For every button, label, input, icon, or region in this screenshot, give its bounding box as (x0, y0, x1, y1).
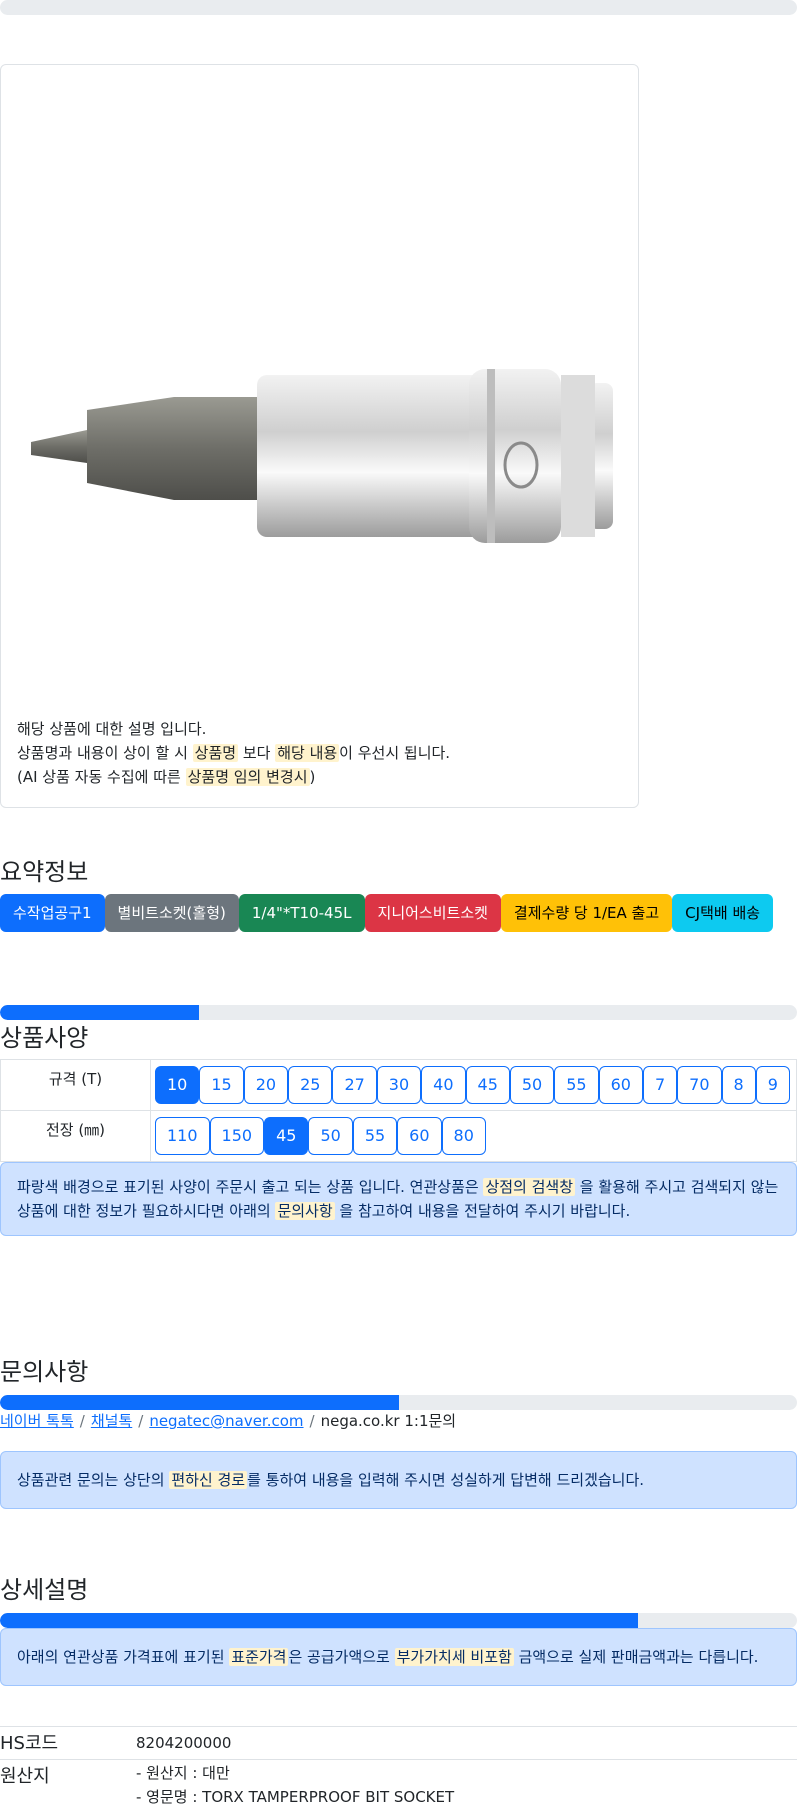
spec-option-button[interactable]: 45 (465, 1066, 510, 1104)
note-line-2-text: 상품명과 내용이 상이 할 시 (17, 744, 193, 762)
spec-option-button[interactable]: 150 (209, 1117, 265, 1155)
highlight-convenient-route: 편하신 경로 (169, 1471, 248, 1489)
spec-table: 규격 (T) 10 15 20 25 27 30 40 45 50 55 60 7 70 8 9 전장 (㎜… (0, 1059, 797, 1162)
hs-code-value: 8204200000 (136, 1734, 232, 1752)
detail-info-text-b: 은 공급가액으로 (288, 1648, 395, 1666)
highlight-product-name: 상품명 (192, 744, 239, 762)
spec-title: 상품사양 (0, 1024, 89, 1052)
spec-option-button[interactable]: 55 (554, 1066, 599, 1104)
spec-info-text-c: 상품에 대한 정보가 필요하시다면 아래의 (17, 1202, 276, 1220)
badge-category: 수작업공구1 (0, 894, 105, 932)
inquiry-progress-fill (0, 1395, 399, 1410)
note-line-2-text-b: 보다 (238, 744, 276, 762)
hs-code-label: HS코드 (0, 1733, 59, 1754)
inquiry-links: 네이버 톡톡 / 채널톡 / negatec@naver.com / nega.co.kr … (0, 1410, 456, 1431)
detail-title: 상세설명 (0, 1576, 89, 1604)
spec-option-button[interactable]: 60 (598, 1066, 643, 1104)
spec-info-text-d: 을 참고하여 내용을 전달하여 주시기 바랍니다. (334, 1202, 631, 1220)
spec-option-button[interactable]: 25 (288, 1066, 333, 1104)
naver-talktalk-link[interactable]: 네이버 톡톡 (0, 1412, 74, 1430)
highlight-name-change: 상품명 임의 변경시 (185, 768, 310, 786)
spec-option-button[interactable]: 27 (332, 1066, 377, 1104)
spec-row-length: 전장 (㎜) 110 150 45 50 55 60 80 (0, 1110, 797, 1162)
spec-option-button[interactable]: 50 (509, 1066, 555, 1104)
spec-info-alert: 파랑색 배경으로 표기된 사양이 주문시 출고 되는 상품 입니다. 연관상품은… (0, 1162, 797, 1236)
spec-label-size: 규격 (T) (0, 1059, 151, 1111)
highlight-vat-excluded: 부가가치세 비포함 (394, 1648, 514, 1666)
spec-info-text: 파랑색 배경으로 표기된 사양이 주문시 출고 되는 상품 입니다. 연관상품은 (17, 1178, 484, 1196)
inquiry-progress-bar (0, 1395, 797, 1410)
detail-progress-fill (0, 1613, 638, 1628)
spec-options-size: 10 15 20 25 27 30 40 45 50 55 60 7 70 8 9 (155, 1066, 792, 1104)
spec-option-button[interactable]: 80 (441, 1117, 486, 1155)
spec-option-button[interactable]: 9 (755, 1066, 790, 1104)
detail-info-alert: 아래의 연관상품 가격표에 표기된 표준가격 은 공급가액으로 부가가치세 비포함… (0, 1628, 797, 1686)
origin-country: - 원산지 : 대만 (136, 1764, 230, 1782)
inquiry-info-text-b: 를 통하여 내용을 입력해 주시면 성실하게 답변해 드리겠습니다. (247, 1471, 645, 1489)
badge-model: 1/4"*T10-45L (238, 894, 365, 932)
top-progress-bar (0, 0, 797, 15)
spec-options-size-cell: 10 15 20 25 27 30 40 45 50 55 60 7 70 8 9 (150, 1059, 797, 1111)
badge-product-type: 별비트소켓(홀형) (104, 894, 239, 932)
spec-option-button[interactable]: 110 (155, 1117, 210, 1155)
detail-info-text-c: 금액으로 실제 판매금액과는 다릅니다. (513, 1648, 759, 1666)
spec-option-button[interactable]: 15 (199, 1066, 244, 1104)
spec-progress-bar (0, 1005, 797, 1020)
badge-brand: 지니어스비트소켓 (364, 894, 501, 932)
separator: / (79, 1412, 85, 1430)
spec-label-length: 전장 (㎜) (0, 1110, 151, 1162)
detail-info-text: 아래의 연관상품 가격표에 표기된 (17, 1648, 230, 1666)
email-link[interactable]: negatec@naver.com (149, 1412, 303, 1430)
highlight-inquiry: 문의사항 (275, 1202, 335, 1220)
separator: / (309, 1412, 315, 1430)
inquiry-info-text: 상품관련 문의는 상단의 (17, 1471, 170, 1489)
origin-english-name: - 영문명 : TORX TAMPERPROOF BIT SOCKET (136, 1788, 455, 1806)
badge-quantity: 결제수량 당 1/EA 출고 (500, 894, 673, 932)
spec-options-length-cell: 110 150 45 50 55 60 80 (150, 1110, 797, 1162)
product-image (31, 369, 613, 543)
detail-progress-bar (0, 1613, 797, 1628)
origin-value: - 원산지 : 대만 - 영문명 : TORX TAMPERPROOF BIT … (136, 1761, 454, 1809)
note-line-1: 해당 상품에 대한 설명 입니다. (17, 720, 207, 738)
spec-option-button[interactable]: 50 (308, 1117, 353, 1155)
separator: / (138, 1412, 144, 1430)
summary-title: 요약정보 (0, 858, 89, 886)
note-line-3-text-b: ) (309, 768, 316, 786)
spec-option-button[interactable]: 20 (243, 1066, 289, 1104)
spec-option-button[interactable]: 30 (376, 1066, 422, 1104)
spec-row-size: 규격 (T) 10 15 20 25 27 30 40 45 50 55 60 7 70 8 9 (0, 1059, 797, 1111)
site-inquiry-text: nega.co.kr 1:1문의 (320, 1412, 457, 1430)
product-description-note: 해당 상품에 대한 설명 입니다. 상품명과 내용이 상이 할 시 상품명 보다… (17, 717, 450, 789)
hs-code-row: HS코드 8204200000 (0, 1726, 797, 1759)
spec-option-button[interactable]: 8 (721, 1066, 756, 1104)
highlight-store-search: 상점의 검색창 (483, 1178, 576, 1196)
inquiry-info-alert: 상품관련 문의는 상단의 편하신 경로 를 통하여 내용을 입력해 주시면 성실하… (0, 1451, 797, 1509)
spec-option-button[interactable]: 60 (397, 1117, 442, 1155)
summary-badges: 수작업공구1 별비트소켓(홀형) 1/4"*T10-45L 지니어스비트소켓 결… (0, 894, 774, 932)
highlight-content: 해당 내용 (275, 744, 340, 762)
spec-info-text-b: 을 활용해 주시고 검색되지 않는 (575, 1178, 779, 1196)
spec-option-button[interactable]: 55 (352, 1117, 398, 1155)
channel-talk-link[interactable]: 채널톡 (91, 1412, 132, 1430)
origin-row: 원산지 - 원산지 : 대만 - 영문명 : TORX TAMPERPROOF … (0, 1759, 797, 1808)
spec-option-button[interactable]: 40 (421, 1066, 466, 1104)
spec-option-button[interactable]: 45 (264, 1117, 309, 1155)
spec-option-button[interactable]: 70 (677, 1066, 722, 1104)
origin-label: 원산지 (0, 1766, 50, 1787)
badge-shipping: CJ택배 배송 (672, 894, 774, 932)
product-card: 해당 상품에 대한 설명 입니다. 상품명과 내용이 상이 할 시 상품명 보다… (0, 64, 639, 808)
spec-option-button[interactable]: 7 (642, 1066, 678, 1104)
inquiry-title: 문의사항 (0, 1358, 89, 1386)
highlight-standard-price: 표준가격 (229, 1648, 289, 1666)
note-line-3-text: (AI 상품 자동 수집에 따른 (17, 768, 186, 786)
spec-options-length: 110 150 45 50 55 60 80 (155, 1117, 792, 1155)
spec-option-button[interactable]: 10 (155, 1066, 200, 1104)
note-line-2-text-c: 이 우선시 됩니다. (339, 744, 451, 762)
